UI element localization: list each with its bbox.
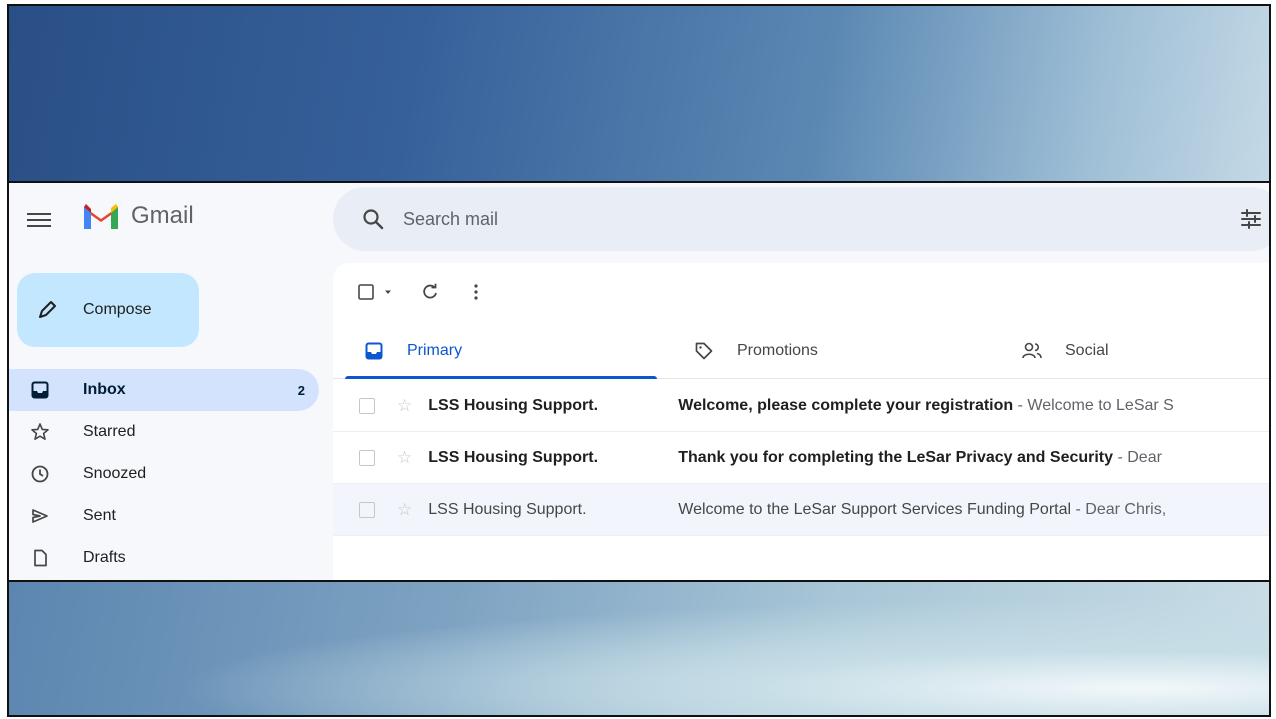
sidebar-item-label: Sent [83, 507, 116, 524]
more-vert-icon [474, 284, 478, 300]
list-toolbar [357, 283, 479, 301]
sidebar-nav: Inbox 2 Starred Snoozed Sent Drafts [9, 369, 319, 579]
email-snippet: - Welcome to LeSar S [1013, 396, 1174, 414]
compose-label: Compose [83, 301, 152, 318]
sidebar-item-label: Inbox [83, 381, 126, 398]
sidebar-item-snoozed[interactable]: Snoozed [9, 453, 319, 495]
email-sender: LSS Housing Support. [428, 448, 599, 466]
email-sender: LSS Housing Support. [428, 500, 587, 518]
select-options-dropdown[interactable] [383, 287, 393, 297]
search-icon[interactable] [361, 207, 385, 231]
row-checkbox[interactable] [359, 397, 375, 414]
email-list: ☆ LSS Housing Support. Welcome, please c… [333, 380, 1269, 536]
active-tab-indicator [345, 376, 657, 379]
clock-icon [29, 463, 51, 485]
email-subject-line: Thank you for completing the LeSar Priva… [678, 449, 1248, 467]
star-icon [29, 421, 51, 443]
star-icon[interactable]: ☆ [397, 448, 412, 468]
search-input[interactable] [403, 208, 1103, 230]
sidebar-item-inbox[interactable]: Inbox 2 [9, 369, 319, 411]
refresh-button[interactable] [421, 283, 439, 301]
sidebar-item-label: Drafts [83, 549, 126, 566]
sidebar-item-starred[interactable]: Starred [9, 411, 319, 453]
email-snippet: - Dear Chris, [1071, 500, 1167, 518]
inbox-icon [363, 340, 385, 362]
tab-promotions[interactable]: Promotions [693, 323, 818, 379]
compose-button[interactable]: Compose [17, 273, 199, 347]
draft-icon [29, 547, 51, 569]
email-subject: Welcome to the LeSar Support Services Fu… [678, 500, 1072, 518]
checkbox-icon [358, 284, 374, 300]
app-name: Gmail [131, 202, 194, 229]
tab-primary[interactable]: Primary [363, 323, 462, 379]
unread-count-badge: 2 [297, 382, 305, 398]
people-icon [1021, 340, 1043, 362]
email-sender: LSS Housing Support. [428, 396, 599, 414]
tab-label: Social [1065, 342, 1109, 359]
tab-label: Promotions [737, 342, 818, 359]
gmail-m-icon [84, 204, 118, 229]
email-subject: Thank you for completing the LeSar Priva… [678, 448, 1114, 466]
send-icon [29, 505, 51, 527]
email-subject: Welcome, please complete your registrati… [678, 396, 1014, 414]
select-all-checkbox[interactable] [357, 283, 375, 301]
screenshot-frame: Gmail Compose [7, 4, 1271, 717]
gmail-logo[interactable]: Gmail [81, 201, 194, 231]
sidebar-item-label: Starred [83, 423, 136, 440]
background-sky [9, 582, 1269, 715]
email-subject-line: Welcome, please complete your registrati… [678, 397, 1248, 415]
inbox-icon [29, 379, 51, 401]
row-checkbox[interactable] [359, 449, 375, 466]
caret-down-icon [385, 290, 391, 294]
email-row[interactable]: ☆ LSS Housing Support. Welcome to the Le… [333, 484, 1269, 536]
sidebar-item-drafts[interactable]: Drafts [9, 537, 319, 579]
refresh-icon [423, 283, 437, 299]
email-subject-line: Welcome to the LeSar Support Services Fu… [678, 501, 1248, 519]
pencil-icon [39, 301, 56, 318]
row-checkbox[interactable] [359, 501, 375, 518]
search-bar[interactable] [333, 187, 1269, 251]
tab-label: Primary [407, 342, 463, 359]
star-icon[interactable]: ☆ [397, 500, 412, 520]
tag-icon [693, 340, 715, 362]
main-menu-button[interactable] [27, 209, 51, 229]
sidebar-item-label: Snoozed [83, 465, 147, 482]
gmail-window: Gmail Compose [9, 181, 1269, 582]
more-options-button[interactable] [473, 283, 479, 301]
email-row[interactable]: ☆ LSS Housing Support. Thank you for com… [333, 432, 1269, 484]
email-snippet: - Dear [1113, 448, 1162, 466]
search-options-icon[interactable] [1239, 207, 1263, 231]
mail-list-panel: Primary Promotions Social ☆ LSS Housing … [333, 263, 1269, 580]
sidebar-item-sent[interactable]: Sent [9, 495, 319, 537]
tab-social[interactable]: Social [1021, 323, 1109, 379]
star-icon[interactable]: ☆ [397, 396, 412, 416]
email-row[interactable]: ☆ LSS Housing Support. Welcome, please c… [333, 380, 1269, 432]
category-tabs: Primary Promotions Social [333, 323, 1269, 379]
